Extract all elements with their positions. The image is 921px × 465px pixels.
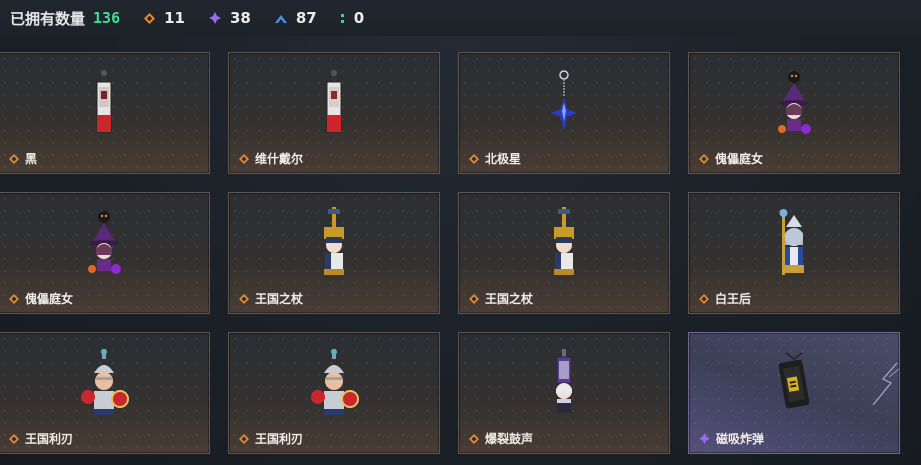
king-figure-icon (534, 201, 594, 287)
item-name: 维什戴尔 (239, 150, 303, 167)
item-name: 爆裂鼓声 (469, 430, 533, 447)
item-name: 王国利刃 (239, 430, 303, 447)
item-name-label: 北极星 (485, 152, 522, 166)
stat-green: 0 (340, 9, 365, 27)
orange-rarity-icon (699, 153, 709, 164)
owned-label: 已拥有数量 (10, 9, 86, 28)
item-card[interactable]: 磁吸炸弹 (688, 332, 900, 454)
stat-orange-value: 11 (164, 9, 185, 27)
orange-diamond-icon (144, 12, 156, 24)
item-name-label: 王国利刃 (255, 432, 304, 446)
item-name-label: 王国之杖 (485, 292, 534, 306)
item-name-label: 傀儡庭女 (715, 152, 764, 166)
king-figure-icon (304, 201, 364, 287)
item-card[interactable]: 维什戴尔 (228, 52, 440, 174)
stat-purple: 38 (208, 9, 251, 27)
stat-purple-value: 38 (229, 9, 251, 27)
item-name-label: 磁吸炸弹 (716, 432, 765, 446)
item-name: 王国之杖 (239, 290, 303, 307)
item-name-label: 维什戴尔 (255, 152, 304, 166)
star-keychain-icon (534, 61, 594, 147)
drummer-figure-icon (534, 341, 594, 427)
item-name: 王国之杖 (469, 290, 533, 307)
knight-figure-icon (304, 341, 364, 427)
item-name-label: 王国之杖 (255, 292, 304, 306)
item-grid: 黑 维什戴尔 北极星 傀儡庭女 傀儡庭女 王国之杖 王国之杖 白王后 王国利刃 … (0, 52, 900, 454)
item-card[interactable]: 爆裂鼓声 (458, 332, 670, 454)
item-name-label: 白王后 (715, 292, 752, 306)
item-name: 北极星 (469, 150, 521, 167)
item-card[interactable]: 北极星 (458, 52, 670, 174)
orange-rarity-icon (239, 153, 249, 164)
orange-rarity-icon (469, 293, 479, 304)
item-name: 白王后 (699, 290, 751, 307)
bomb-figure-icon (764, 341, 824, 427)
item-name: 傀儡庭女 (9, 290, 73, 307)
item-card[interactable]: 黑 (0, 52, 210, 174)
item-card[interactable]: 傀儡庭女 (0, 192, 210, 314)
owned-count: 136 (93, 9, 121, 27)
orange-rarity-icon (699, 293, 709, 304)
orange-rarity-icon (9, 293, 19, 304)
stat-green-value: 0 (353, 9, 365, 27)
knight-figure-icon (74, 341, 134, 427)
item-card[interactable]: 白王后 (688, 192, 900, 314)
orange-rarity-icon (469, 153, 479, 164)
witch-figure-icon (74, 201, 134, 287)
banner-figure-icon (304, 61, 364, 147)
orange-rarity-icon (9, 433, 19, 444)
queen-figure-icon (764, 201, 824, 287)
inventory-screen: 已拥有数量 136 11 38 87 0 黑 维什戴尔 北极星 傀儡庭女 傀儡庭… (0, 0, 921, 465)
item-name-label: 傀儡庭女 (25, 292, 74, 306)
item-name: 王国利刃 (9, 430, 73, 447)
item-card[interactable]: 王国之杖 (228, 192, 440, 314)
green-dots-icon (340, 13, 345, 24)
item-name-label: 黑 (25, 152, 38, 166)
lightning-decoration-icon (872, 362, 899, 406)
orange-rarity-icon (469, 433, 479, 444)
item-card[interactable]: 傀儡庭女 (688, 52, 900, 174)
orange-rarity-icon (9, 153, 19, 164)
blue-chevron-icon (274, 13, 287, 23)
witch-figure-icon (764, 61, 824, 147)
item-name: 黑 (9, 150, 37, 167)
stat-orange: 11 (144, 9, 185, 27)
banner-figure-icon (74, 61, 134, 147)
orange-rarity-icon (239, 293, 249, 304)
stat-blue: 87 (274, 9, 317, 27)
orange-rarity-icon (239, 433, 249, 444)
purple-rarity-icon (699, 433, 710, 444)
item-card[interactable]: 王国利刃 (228, 332, 440, 454)
item-name: 磁吸炸弹 (699, 430, 764, 447)
item-name-label: 王国利刃 (25, 432, 74, 446)
stat-blue-value: 87 (295, 9, 317, 27)
item-name: 傀儡庭女 (699, 150, 763, 167)
purple-diamond-icon (208, 12, 221, 24)
item-card[interactable]: 王国之杖 (458, 192, 670, 314)
header-bar: 已拥有数量 136 11 38 87 0 (0, 0, 921, 36)
item-card[interactable]: 王国利刃 (0, 332, 210, 454)
item-name-label: 爆裂鼓声 (485, 432, 534, 446)
